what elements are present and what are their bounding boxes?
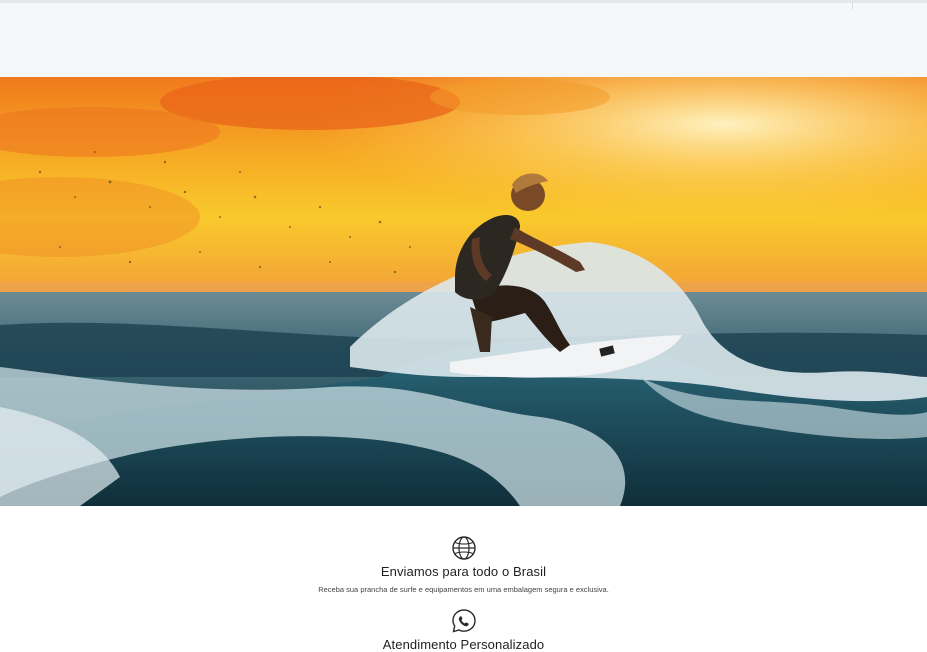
hero-surf-image — [0, 77, 927, 506]
feature-title: Enviamos para todo o Brasil — [380, 564, 547, 579]
feature-description: Receba sua prancha de surfe e equipament… — [318, 585, 609, 594]
globe-icon — [451, 536, 476, 560]
feature-shipping: Enviamos para todo o Brasil Receba sua p… — [0, 534, 927, 594]
hero-banner — [0, 77, 927, 506]
topbar-divider — [852, 3, 853, 9]
top-navigation-bar — [0, 0, 927, 77]
features-section: Enviamos para todo o Brasil Receba sua p… — [0, 506, 927, 652]
feature-title: Atendimento Personalizado — [382, 637, 545, 652]
whatsapp-icon — [451, 609, 476, 633]
feature-support: Atendimento Personalizado — [0, 607, 927, 652]
